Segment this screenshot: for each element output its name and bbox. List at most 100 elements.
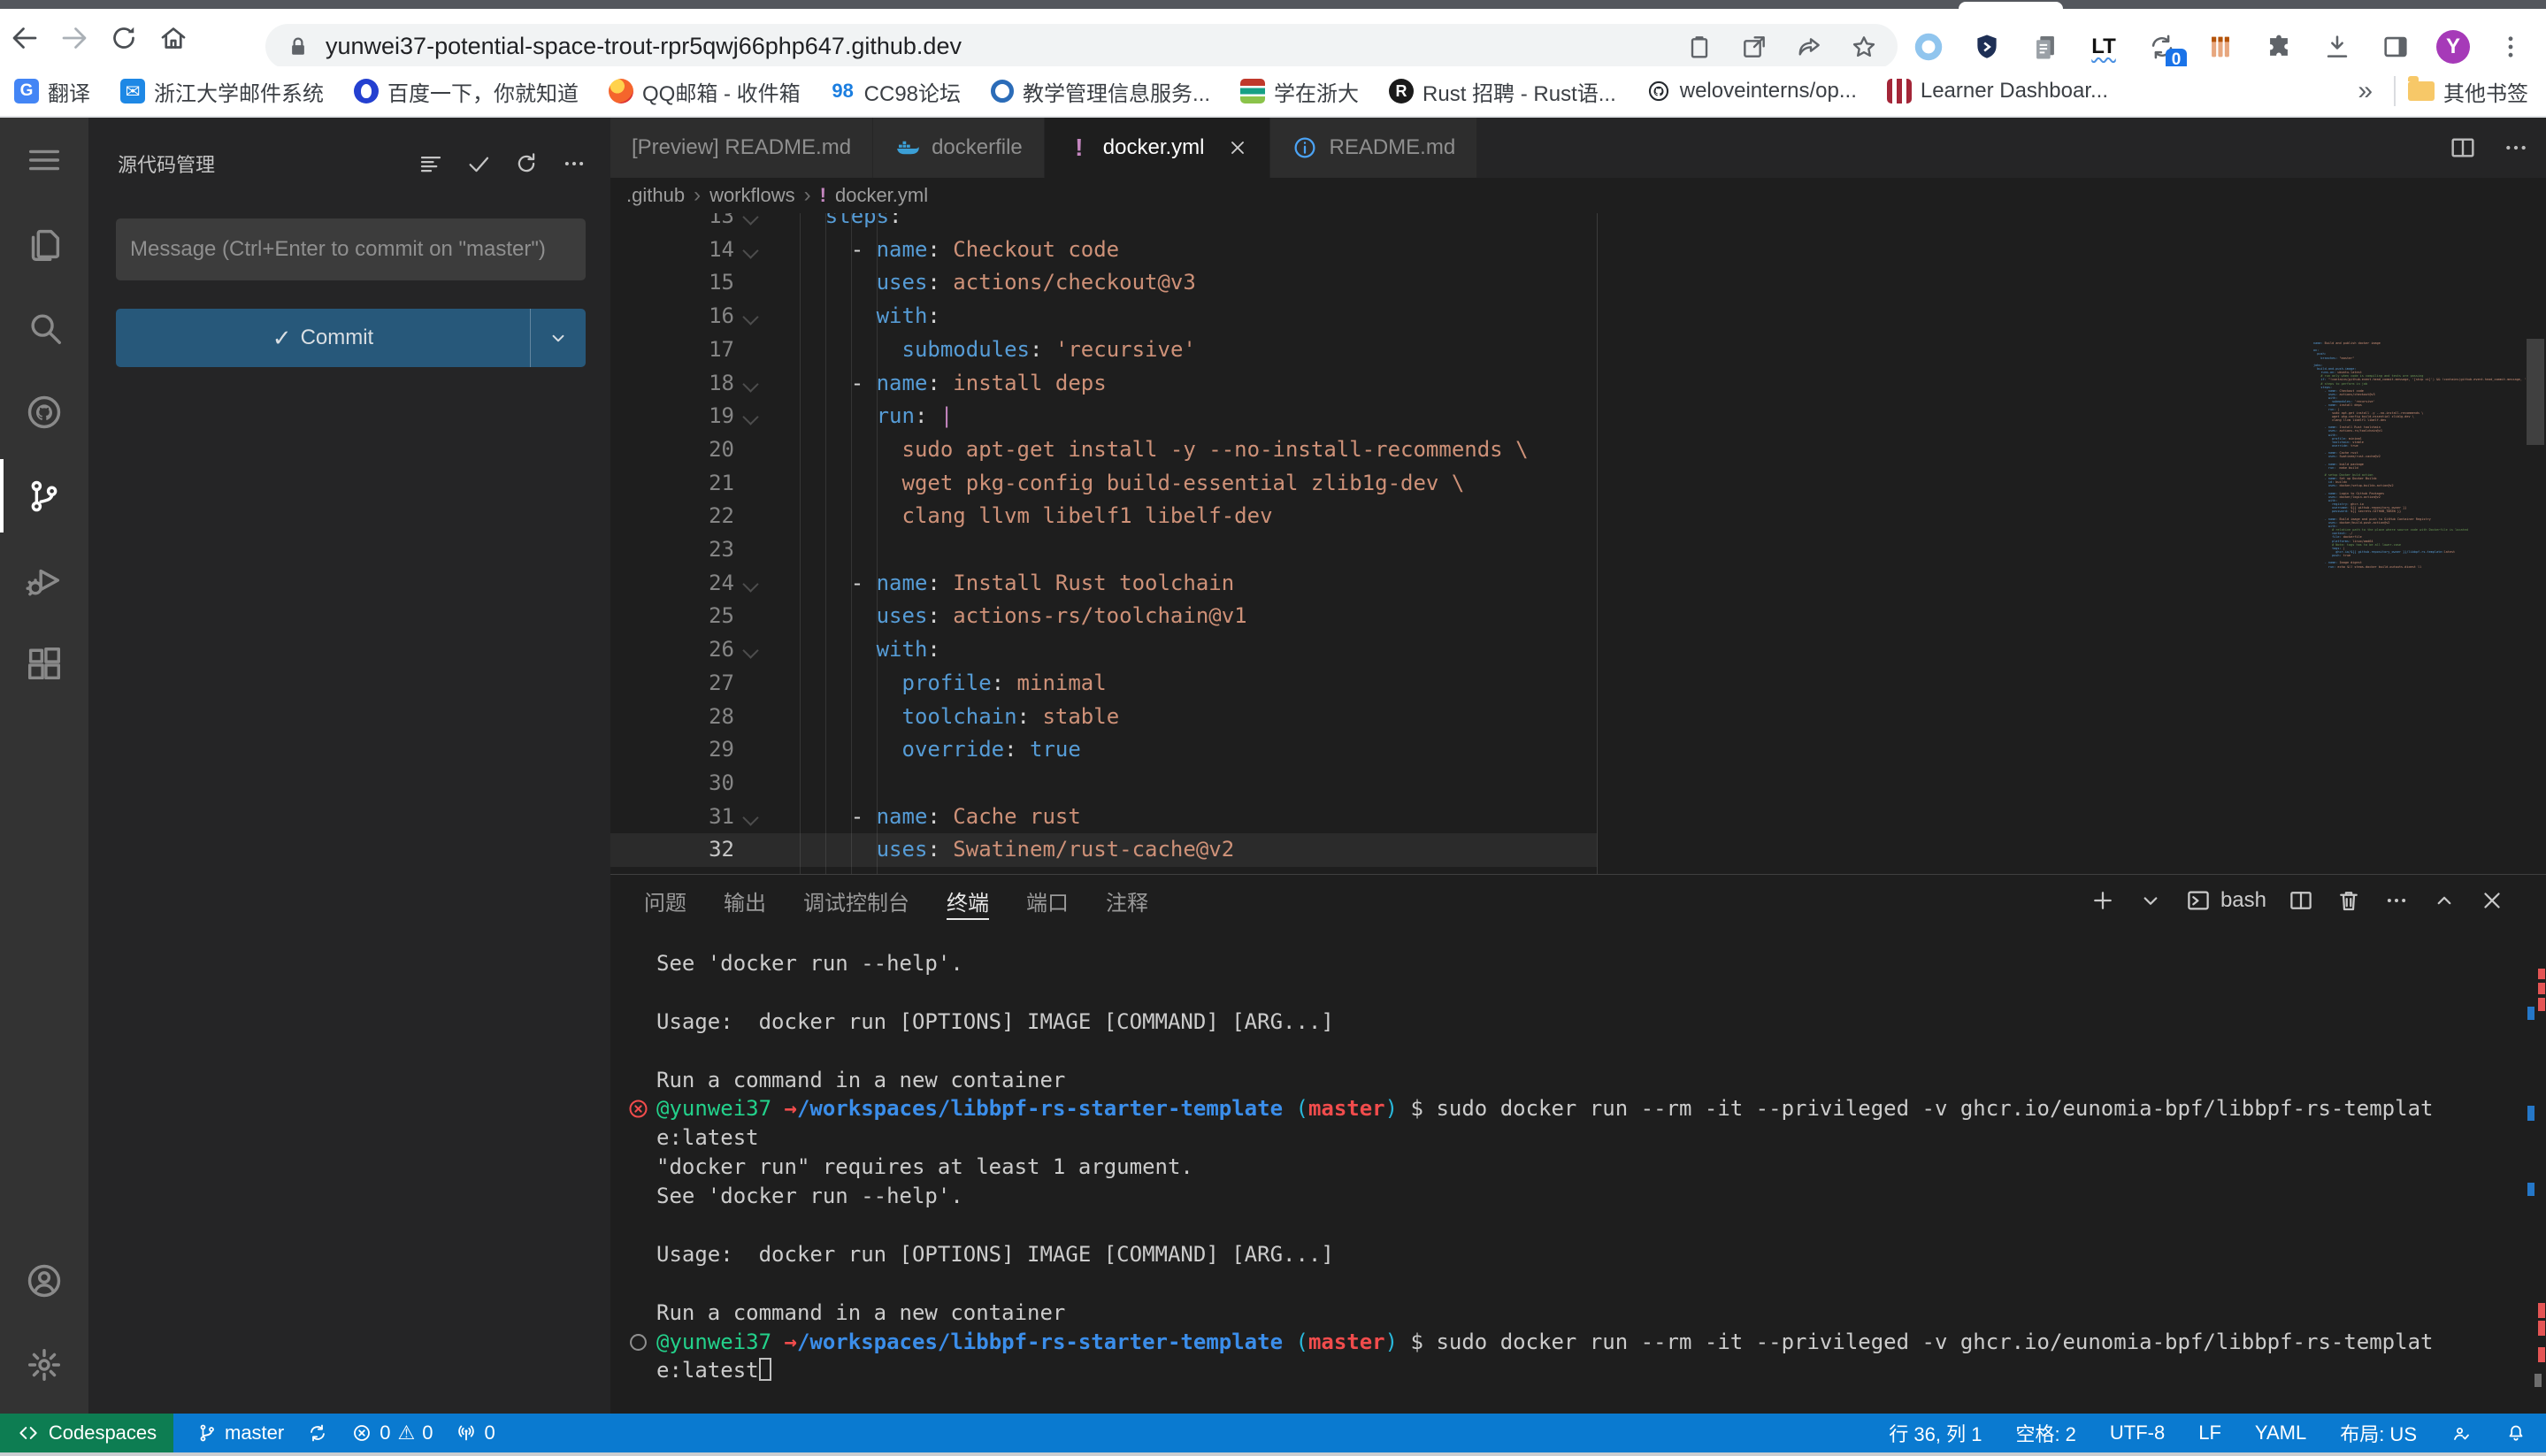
blue-ring-icon[interactable] <box>1911 29 1946 65</box>
code-line-27[interactable]: 27 profile: minimal <box>610 667 2546 701</box>
home-icon[interactable] <box>149 13 198 63</box>
panel-tab[interactable]: 调试控制台 <box>803 875 909 926</box>
branch-indicator[interactable]: master <box>196 1422 284 1445</box>
code-line-24[interactable]: 24 - name: Install Rust toolchain <box>610 567 2546 601</box>
fold-chevron-icon[interactable] <box>742 213 758 226</box>
bookmark-item[interactable]: 学在浙大 <box>1240 76 1359 107</box>
fold-chevron-icon[interactable] <box>742 809 758 825</box>
status-item[interactable]: UTF-8 <box>2110 1422 2165 1445</box>
more-actions-icon[interactable] <box>561 150 587 177</box>
feedback-icon[interactable] <box>2450 1422 2472 1444</box>
status-item[interactable]: YAML <box>2255 1422 2306 1445</box>
breadcrumb[interactable]: .github›workflows›!docker.yml <box>610 178 2546 213</box>
code-line-13[interactable]: 13 steps: <box>610 213 2546 234</box>
commit-button[interactable]: ✓Commit <box>116 309 586 367</box>
clipboard-icon[interactable] <box>1685 33 1714 61</box>
code-line-18[interactable]: 18 - name: install deps <box>610 367 2546 401</box>
panel-tab[interactable]: 端口 <box>1026 875 1069 926</box>
profile-avatar[interactable]: Y <box>2436 30 2470 64</box>
code-line-21[interactable]: 21 wget pkg-config build-essential zlib1… <box>610 467 2546 501</box>
code-line-14[interactable]: 14 - name: Checkout code <box>610 234 2546 267</box>
editor-tab-docker.yml[interactable]: !docker.yml <box>1045 118 1271 178</box>
kill-terminal-icon[interactable] <box>2335 887 2362 914</box>
breadcrumb-part[interactable]: .github <box>626 184 685 207</box>
editor-tab-readme.md[interactable]: README.md <box>1270 118 1477 178</box>
url-text[interactable]: yunwei37-potential-space-trout-rpr5qwj66… <box>326 33 1659 60</box>
activity-item-source-control[interactable] <box>0 454 88 538</box>
split-terminal-icon[interactable] <box>2288 887 2314 914</box>
fold-chevron-icon[interactable] <box>742 376 758 392</box>
code-line-30[interactable]: 30 <box>610 767 2546 801</box>
close-tab-icon[interactable] <box>1227 137 1248 158</box>
forward-icon[interactable] <box>50 13 99 63</box>
problems-indicator[interactable]: 0 ⚠ 0 <box>351 1422 433 1445</box>
fold-chevron-icon[interactable] <box>742 242 758 258</box>
bookmark-item[interactable]: ✉浙江大学邮件系统 <box>120 76 324 107</box>
status-item[interactable]: 布局: US <box>2340 1419 2417 1447</box>
activity-item-search[interactable] <box>0 286 88 370</box>
fold-chevron-icon[interactable] <box>742 642 758 658</box>
activity-item-files[interactable] <box>0 202 88 286</box>
code-line-15[interactable]: 15 uses: actions/checkout@v3 <box>610 266 2546 300</box>
activity-item-github[interactable] <box>0 370 88 454</box>
bookmark-star-icon[interactable] <box>1850 33 1878 61</box>
terminal-picker-chevron-icon[interactable] <box>2137 887 2164 914</box>
remote-indicator[interactable]: Codespaces <box>0 1414 173 1452</box>
puzzle-icon[interactable] <box>2261 29 2297 65</box>
panel-tab[interactable]: 终端 <box>947 875 989 926</box>
refresh-icon[interactable] <box>513 150 540 177</box>
code-line-23[interactable]: 23 <box>610 533 2546 567</box>
editor-tab--preview-readme.md[interactable]: [Preview] README.md <box>610 118 873 178</box>
sync-icon[interactable]: 0 <box>2144 29 2180 65</box>
breadcrumb-part[interactable]: docker.yml <box>835 184 928 207</box>
commit-check-icon[interactable] <box>465 150 492 177</box>
maximize-panel-icon[interactable] <box>2431 887 2458 914</box>
fold-chevron-icon[interactable] <box>742 576 758 592</box>
bookmark-item[interactable]: weloveinterns/op... <box>1646 79 1857 103</box>
editor-more-icon[interactable] <box>2502 134 2530 162</box>
status-item[interactable]: LF <box>2198 1422 2221 1445</box>
view-list-icon[interactable] <box>418 150 444 177</box>
code-line-26[interactable]: 26 with: <box>610 633 2546 667</box>
terminal-output[interactable]: See 'docker run --help'.Usage: docker ru… <box>610 937 2530 1427</box>
address-bar[interactable]: yunwei37-potential-space-trout-rpr5qwj66… <box>265 24 1898 69</box>
gray-pages-icon[interactable] <box>2028 29 2063 65</box>
activity-item-menu[interactable] <box>0 118 88 202</box>
other-bookmarks-label[interactable]: 其他书签 <box>2443 76 2546 107</box>
orange-bars-icon[interactable] <box>2203 29 2238 65</box>
code-line-28[interactable]: 28 toolchain: stable <box>610 701 2546 734</box>
activity-item-extensions[interactable] <box>0 622 88 706</box>
code-line-25[interactable]: 25 uses: actions-rs/toolchain@v1 <box>610 600 2546 633</box>
panel-tab[interactable]: 注释 <box>1106 875 1148 926</box>
code-line-29[interactable]: 29 override: true <box>610 733 2546 767</box>
bookmark-item[interactable]: RRust 招聘 - Rust语... <box>1389 76 1616 107</box>
panel-tab[interactable]: 输出 <box>724 875 766 926</box>
side-panel-icon[interactable] <box>2378 29 2413 65</box>
code-line-16[interactable]: 16 with: <box>610 300 2546 333</box>
commit-dropdown[interactable] <box>530 309 586 367</box>
code-line-22[interactable]: 22 clang llvm libelf1 libelf-dev <box>610 500 2546 533</box>
sync-indicator[interactable] <box>307 1422 328 1444</box>
share-icon[interactable] <box>1795 33 1823 61</box>
close-panel-icon[interactable] <box>2479 887 2505 914</box>
commit-message-input[interactable] <box>116 218 586 280</box>
minimap[interactable]: name: Build and publish docker image on:… <box>2313 341 2526 568</box>
code-editor[interactable]: 13 steps:14 - name: Checkout code15 uses… <box>610 213 2546 874</box>
code-line-17[interactable]: 17 submodules: 'recursive' <box>610 333 2546 367</box>
activity-item-settings-gear[interactable] <box>0 1322 88 1406</box>
bookmark-item[interactable]: Learner Dashboar... <box>1887 79 2108 103</box>
code-line-20[interactable]: 20 sudo apt-get install -y --no-install-… <box>610 433 2546 467</box>
bookmark-item[interactable]: 百度一下，你就知道 <box>354 76 579 107</box>
new-terminal-icon[interactable] <box>2090 887 2116 914</box>
notifications-bell-icon[interactable] <box>2505 1422 2527 1444</box>
code-line-32[interactable]: 32 uses: Swatinem/rust-cache@v2 <box>610 833 2546 867</box>
bookmark-item[interactable]: QQ邮箱 - 收件箱 <box>609 76 801 107</box>
code-line-31[interactable]: 31 - name: Cache rust <box>610 801 2546 834</box>
ports-indicator[interactable]: 0 <box>456 1422 495 1445</box>
code-line-19[interactable]: 19 run: | <box>610 400 2546 433</box>
bookmark-item[interactable]: 98CC98论坛 <box>831 76 961 107</box>
reload-icon[interactable] <box>99 13 149 63</box>
navy-shield-icon[interactable] <box>1969 29 2005 65</box>
bookmarks-overflow-icon[interactable]: » <box>2349 76 2381 106</box>
status-item[interactable]: 行 36, 列 1 <box>1889 1419 1982 1447</box>
